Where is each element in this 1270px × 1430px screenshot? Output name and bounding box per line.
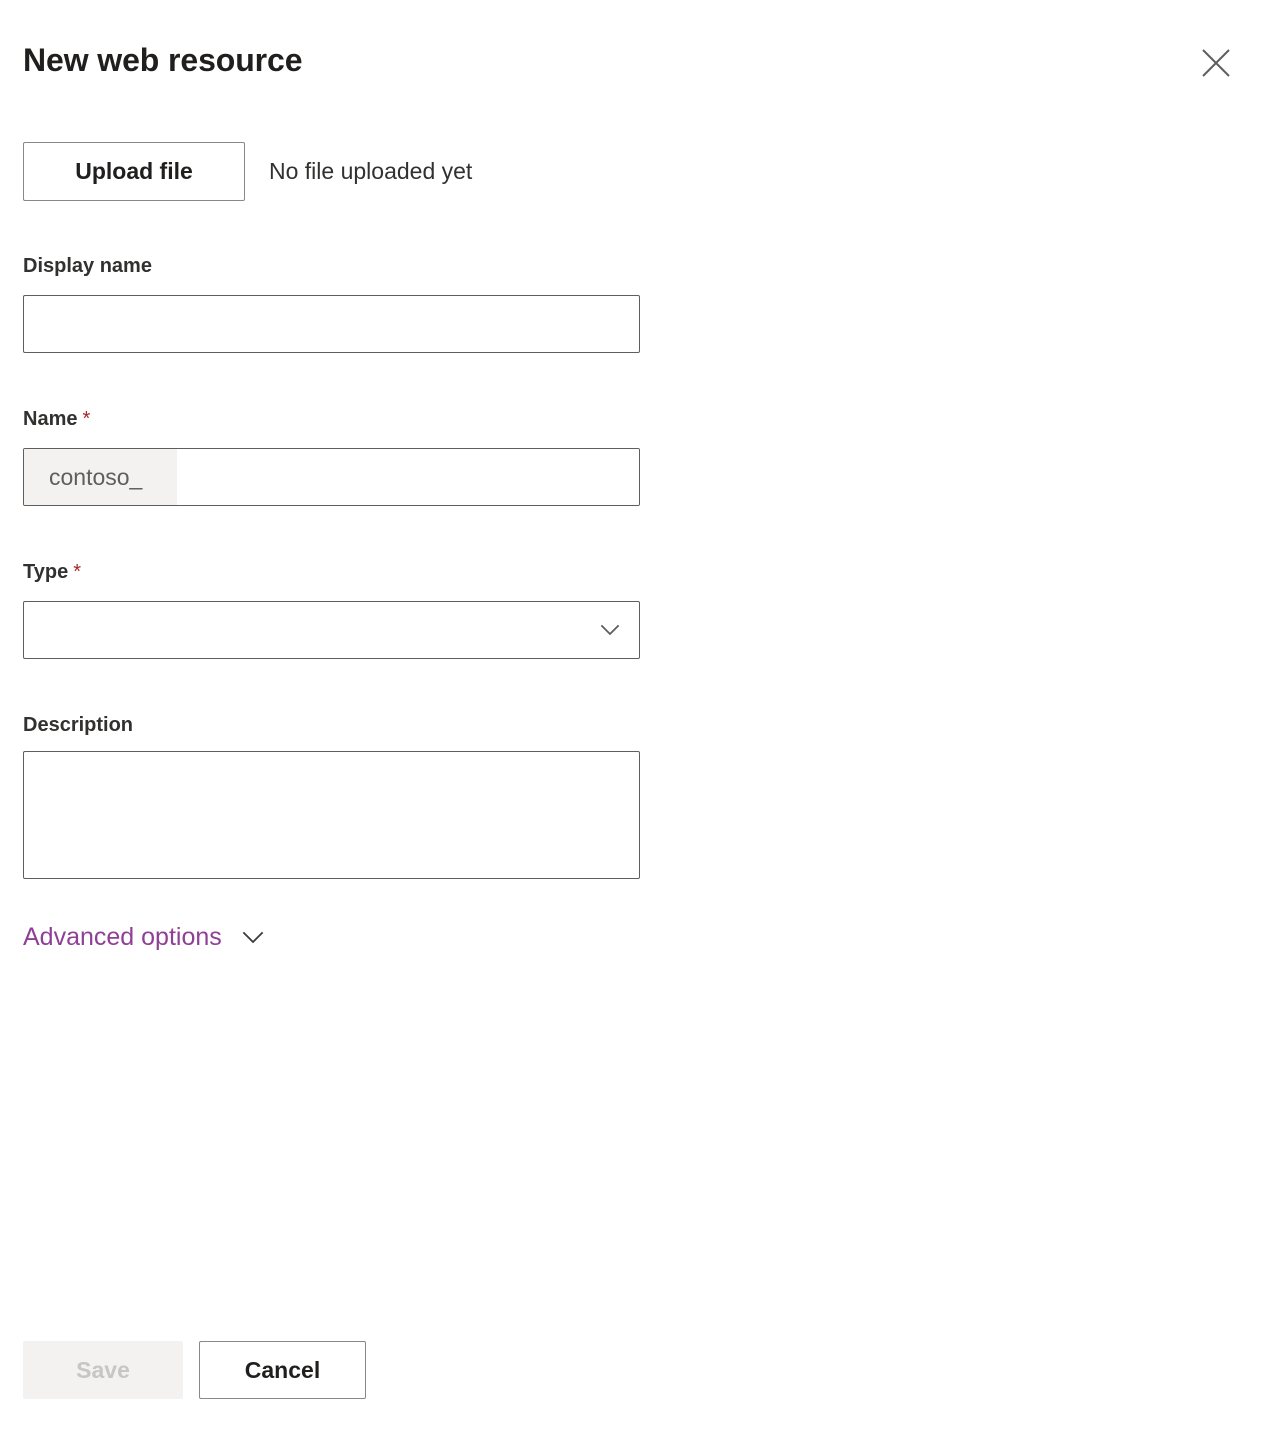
type-label: Type *: [23, 559, 81, 585]
save-button[interactable]: Save: [23, 1341, 183, 1399]
name-required-asterisk: *: [82, 408, 91, 430]
name-label: Name *: [23, 406, 90, 432]
cancel-button[interactable]: Cancel: [199, 1341, 366, 1399]
close-button[interactable]: [1189, 36, 1243, 90]
description-label-text: Description: [23, 714, 134, 736]
type-dropdown[interactable]: [23, 601, 640, 659]
advanced-options-label: Advanced options: [23, 923, 222, 951]
name-input-group: contoso_: [23, 448, 640, 506]
panel-header: New web resource: [0, 0, 1270, 120]
description-label: Description: [23, 712, 133, 738]
name-label-text: Name: [23, 408, 78, 430]
upload-row: Upload file No file uploaded yet: [23, 141, 472, 201]
advanced-options-toggle[interactable]: Advanced options: [23, 920, 267, 954]
close-icon: [1199, 46, 1233, 80]
description-textarea[interactable]: [23, 751, 640, 879]
upload-status-text: No file uploaded yet: [269, 157, 473, 184]
display-name-label-text: Display name: [23, 255, 152, 277]
new-web-resource-panel: New web resource Upload file No file upl…: [0, 0, 1270, 1430]
display-name-label: Display name: [23, 253, 152, 279]
display-name-input[interactable]: [23, 295, 640, 353]
type-required-asterisk: *: [73, 561, 81, 583]
page-title: New web resource: [23, 42, 303, 78]
panel-footer: Save Cancel: [23, 1341, 366, 1399]
chevron-down-icon: [595, 615, 625, 645]
name-prefix: contoso_: [24, 449, 177, 505]
type-label-text: Type: [23, 561, 69, 583]
name-input[interactable]: [177, 449, 639, 505]
upload-file-button[interactable]: Upload file: [23, 141, 245, 201]
chevron-down-icon: [222, 923, 267, 951]
